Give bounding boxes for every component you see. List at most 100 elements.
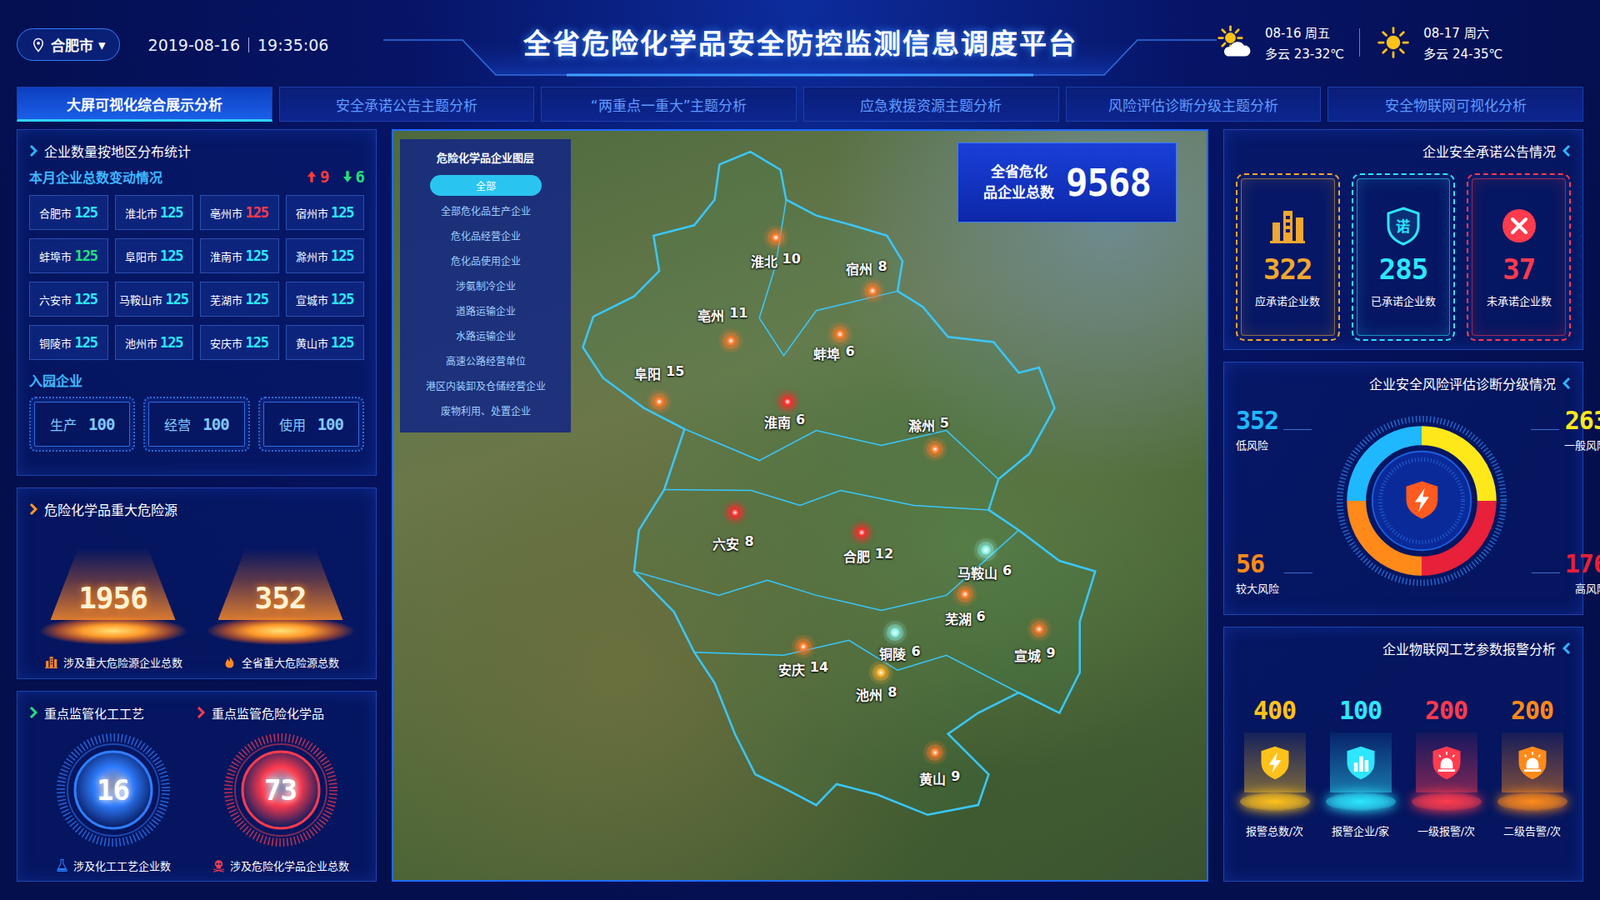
decrease-count: 6 [355,167,365,186]
city-count: 125 [245,290,269,308]
city-name: 亳州市 [210,205,243,221]
tab[interactable]: 风险评估诊断分级主题分析 [1065,86,1322,122]
risk-text: 263一般风险 [1564,405,1600,453]
layer-item[interactable]: 水路运输企业 [408,322,563,348]
header-left: 合肥市▾2019-08-1619:35:06 [0,0,384,61]
city-cell[interactable]: 安庆市125 [200,325,280,360]
weather-date: 08-17 周六 [1423,23,1503,41]
card-icon [1499,205,1540,246]
panel-title: 重点监管化工工艺 [44,704,145,722]
map-pin-dot [835,329,845,340]
alarm-cylinder [1330,732,1392,793]
city-cell[interactable]: 马鞍山市125 [115,281,195,317]
alarm-value: 200 [1510,695,1554,728]
layer-item[interactable]: 高速公路经营单位 [408,347,563,373]
location-selector[interactable]: 合肥市▾ [16,28,120,61]
glow-beam: 352 [218,548,344,620]
tab-label: 安全物联网可视化分析 [1385,94,1527,115]
city-cell[interactable]: 黄山市125 [285,325,365,360]
legend-title: 危险化学品企业图层 [436,149,535,173]
hazard-label: 涉及重大危险源企业总数 [44,653,183,670]
chevron-icon [29,502,38,516]
chevron-icon [29,705,38,720]
bolt-shield-icon [1256,744,1294,781]
supervision-label-text: 涉及化工工艺企业数 [73,857,171,874]
tab[interactable]: 安全物联网可视化分析 [1327,86,1584,122]
change-counts: 96 [306,167,365,186]
city-cell[interactable]: 淮南市125 [200,238,280,274]
city-name: 铜陵市 [39,335,72,351]
layer-item[interactable]: 道路运输企业 [408,297,563,323]
city-name: 宣城市 [295,291,329,308]
city-cell[interactable]: 合肥市125 [29,195,109,230]
chevron-icon [1562,376,1571,390]
layer-item[interactable]: 危化品使用企业 [408,247,563,273]
supervision-label: 涉及化工工艺企业数 [55,856,171,874]
hazard-value: 1956 [78,580,148,615]
park-label: 使用 [279,414,306,435]
alarm-base [1497,792,1568,811]
layer-label: 全部 [430,175,542,196]
connector-line [1530,429,1560,430]
city-cell[interactable]: 阜阳市125 [115,238,195,274]
layer-item[interactable]: 全部危化品生产企业 [408,197,563,223]
panel-header: 重点监管危险化学品 [196,700,325,725]
city-cell[interactable]: 铜陵市125 [29,325,109,360]
alarm-item: 200二级告警/次 [1493,695,1571,839]
chevron-icon [196,705,205,720]
divider [248,37,250,53]
city-cell[interactable]: 宣城市125 [285,281,365,317]
city-count: 125 [330,290,355,308]
city-cell[interactable]: 芜湖市125 [200,281,280,317]
city-count: 9 [950,768,960,789]
glow-beam: 1956 [50,548,176,620]
risk-chart: 352低风险263一般风险176高风险56较大风险 [1235,395,1571,606]
layer-item[interactable]: 港区内装卸及仓储经营企业 [408,372,563,398]
city-name: 六安市 [39,291,72,308]
chevron-icon [29,144,38,158]
park-count: 100 [88,415,115,434]
weather-text: 08-17 周六多云 24-35℃ [1423,23,1503,62]
layer-item[interactable]: 废物利用、处置企业 [408,397,563,423]
hazard-value: 352 [254,580,306,615]
map-city-label: 亳州11 [697,305,748,325]
map-panel: 淮北10宿州8亳州11蚌埠6阜阳15淮南6滁州5六安8合肥12马鞍山6芜湖6铜陵… [391,129,1209,882]
city-cell[interactable]: 六安市125 [29,281,109,317]
city-cell[interactable]: 宿州市125 [285,195,365,230]
map-city-label: 六安8 [712,533,754,554]
tab[interactable]: 应急救援资源主题分析 [803,86,1060,122]
weather-icon [1216,24,1254,61]
tab[interactable]: “两重点一重大”主题分析 [540,86,797,122]
layer-label: 危化品使用企业 [440,250,531,271]
city-name: 马鞍山 [957,562,998,583]
tab[interactable]: 大屏可视化综合展示分析 [16,86,273,122]
city-count: 6 [845,343,855,364]
time: 19:35:06 [257,35,329,55]
map-pin-dot [725,335,736,346]
alarm-item: 400报警总数/次 [1235,695,1314,839]
city-count: 125 [330,204,355,221]
layer-item[interactable]: 涉氨制冷企业 [408,272,563,298]
city-name: 滁州市 [295,248,329,265]
city-cell[interactable]: 滁州市125 [285,238,365,274]
risk-item: 263一般风险 [1509,405,1600,453]
risk-text: 352低风险 [1235,405,1279,453]
tab[interactable]: 安全承诺公告主题分析 [279,86,535,122]
city-cell[interactable]: 池州市125 [115,325,195,360]
map-city-label: 芜湖6 [945,608,986,629]
up-arrow-icon [306,170,317,184]
city-name: 宿州市 [295,205,329,221]
layer-label: 高速公路经营单位 [435,350,536,371]
city-name: 马鞍山市 [119,291,163,308]
city-count: 11 [729,305,748,325]
weather-text: 08-16 周五多云 23-32℃ [1265,23,1345,62]
city-cell[interactable]: 淮北市125 [115,195,195,230]
layer-label: 全部危化品生产企业 [430,200,541,221]
alarm-label: 一级报警/次 [1417,822,1475,839]
city-cell[interactable]: 亳州市125 [200,195,280,230]
map-pin-dot [856,527,867,538]
card-value: 322 [1263,252,1312,286]
layer-item[interactable]: 全部 [408,172,563,198]
city-cell[interactable]: 蚌埠市125 [29,238,109,274]
layer-item[interactable]: 危化品经营企业 [408,222,563,248]
